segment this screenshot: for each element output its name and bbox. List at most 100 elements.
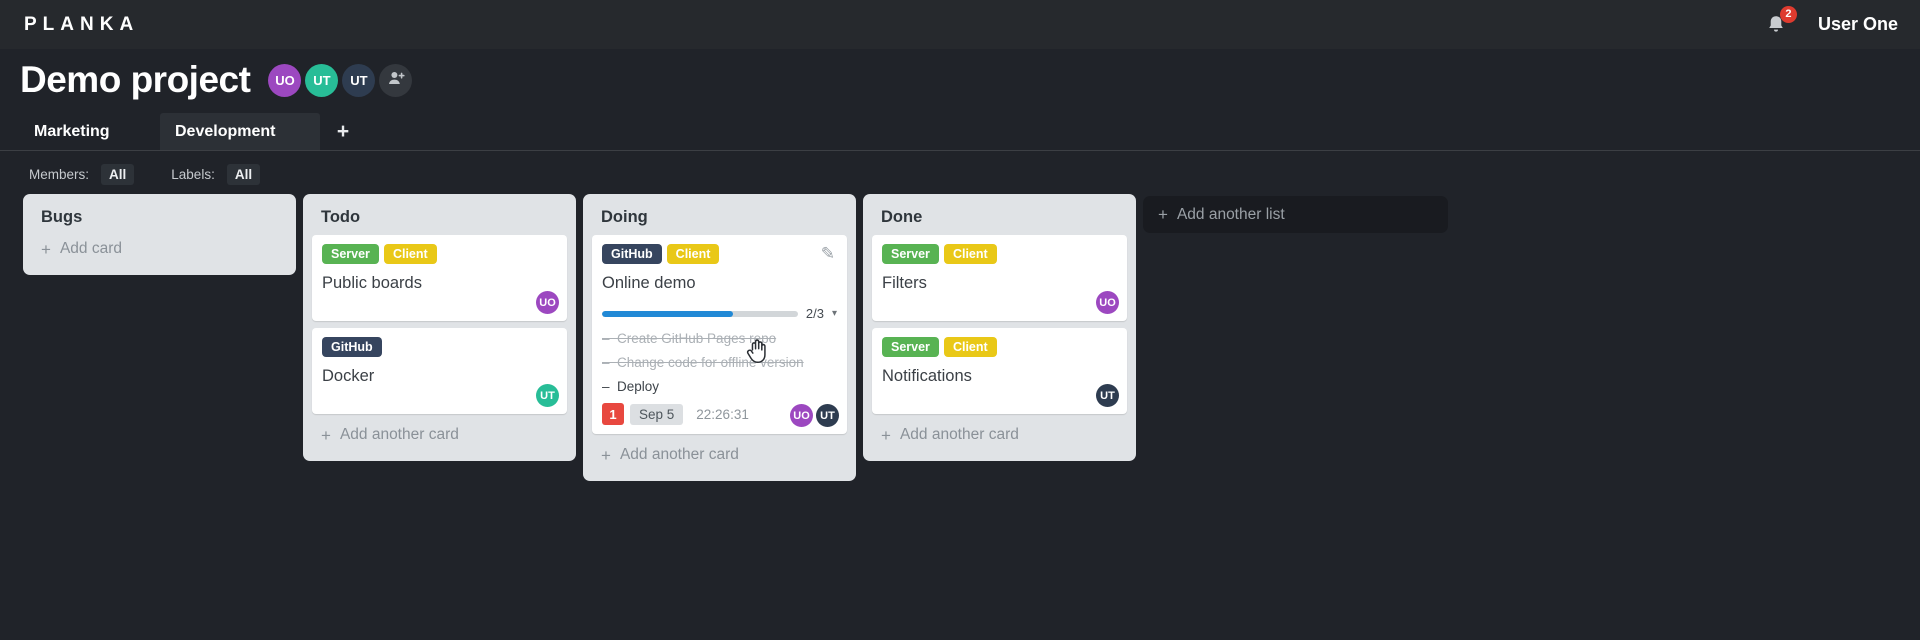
card-title: Filters (882, 274, 927, 292)
add-card-button[interactable]: + Add another card (863, 414, 1136, 458)
progress-track (602, 310, 798, 317)
timer-value[interactable]: 22:26:31 (696, 407, 749, 422)
assignee-avatar[interactable]: UO (790, 404, 813, 427)
card-labels: Server Client (322, 244, 557, 264)
task-progress[interactable]: 2/3 ▾ (602, 306, 837, 321)
card-title: Notifications (882, 367, 972, 385)
edit-card-button[interactable]: ✎ (821, 244, 835, 264)
label-client[interactable]: Client (943, 244, 997, 264)
add-card-label: Add another card (339, 426, 459, 443)
add-list-button[interactable]: + Add another list (1143, 196, 1448, 233)
members-filter-value[interactable]: All (101, 164, 135, 185)
card-title: Public boards (322, 274, 422, 292)
task-item: Change code for offline version (602, 355, 837, 371)
card-public-boards[interactable]: Server Client Public boards UO (312, 235, 567, 321)
card-stack: GitHub Client ✎ Online demo 2/3 ▾ Create… (583, 232, 856, 434)
card-title: Online demo (602, 274, 696, 292)
card-stack: Server Client Public boards UO GitHub Do… (303, 232, 576, 414)
task-item: Deploy (602, 379, 837, 395)
label-server[interactable]: Server (882, 337, 939, 357)
add-card-button[interactable]: + Add another card (583, 434, 856, 478)
card-online-demo[interactable]: GitHub Client ✎ Online demo 2/3 ▾ Create… (592, 235, 847, 434)
filter-bar: Members: All Labels: All (0, 151, 1920, 185)
add-list-label: Add another list (1176, 205, 1285, 223)
label-github[interactable]: GitHub (322, 337, 382, 357)
plus-icon: + (881, 425, 891, 445)
notifications-button[interactable]: 2 (1764, 5, 1797, 37)
assignee-avatar[interactable]: UT (816, 404, 839, 427)
label-github[interactable]: GitHub (602, 244, 662, 264)
chevron-down-icon[interactable]: ▾ (832, 308, 837, 319)
progress-count: 2/3 (805, 306, 824, 321)
card-labels: Server Client (882, 337, 1117, 357)
label-server[interactable]: Server (322, 244, 379, 264)
board: Bugs + Add card Todo Server Client Publi… (0, 185, 1920, 481)
list-doing: Doing GitHub Client ✎ Online demo 2/3 ▾ (583, 194, 856, 481)
task-list: Create GitHub Pages repo Change code for… (602, 331, 837, 395)
add-board-button[interactable]: + (320, 113, 366, 150)
card-notifications[interactable]: Server Client Notifications UT (872, 328, 1127, 414)
pencil-icon: ✎ (820, 244, 835, 263)
member-avatar[interactable]: UO (268, 63, 302, 97)
assignee-avatar[interactable]: UO (1096, 291, 1119, 314)
top-bar: PLANKA 2 User One (0, 0, 1920, 49)
plus-icon: + (1158, 205, 1168, 224)
list-bugs: Bugs + Add card (23, 194, 296, 275)
list-title[interactable]: Bugs (23, 194, 296, 232)
add-card-label: Add card (59, 240, 122, 257)
planka-app: PLANKA 2 User One Demo project UO UT UT (0, 0, 1920, 640)
tab-marketing[interactable]: Marketing (0, 113, 160, 150)
card-stack: Server Client Filters UO Server Client N… (863, 232, 1136, 414)
label-client[interactable]: Client (383, 244, 437, 264)
labels-filter-value[interactable]: All (226, 164, 261, 185)
add-card-button[interactable]: + Add another card (303, 414, 576, 458)
card-labels: GitHub Client (602, 244, 837, 264)
assignee-avatar[interactable]: UO (536, 291, 559, 314)
list-todo: Todo Server Client Public boards UO GitH… (303, 194, 576, 461)
plus-icon: + (41, 239, 51, 259)
board-tabs: Marketing Development + (0, 113, 1920, 151)
label-server[interactable]: Server (882, 244, 939, 264)
assignee-avatar[interactable]: UT (1096, 384, 1119, 407)
add-card-button[interactable]: + Add card (23, 232, 296, 272)
list-title[interactable]: Doing (583, 194, 856, 232)
list-done: Done Server Client Filters UO Server Cli… (863, 194, 1136, 461)
members-filter-label: Members: (29, 167, 90, 182)
add-card-label: Add another card (619, 446, 739, 463)
member-avatar[interactable]: UT (305, 63, 339, 97)
person-plus-icon (386, 68, 406, 93)
project-members: UO UT UT (268, 63, 413, 97)
card-assignees: UO UT (790, 404, 839, 427)
card-labels: Server Client (882, 244, 1117, 264)
add-card-label: Add another card (899, 426, 1019, 443)
tab-development[interactable]: Development (160, 113, 320, 150)
label-client[interactable]: Client (943, 337, 997, 357)
member-avatar[interactable]: UT (342, 63, 376, 97)
card-assignees: UT (536, 384, 559, 407)
due-date-badge[interactable]: Sep 5 (630, 403, 684, 425)
task-item: Create GitHub Pages repo (602, 331, 837, 347)
plus-icon: + (601, 445, 611, 465)
card-docker[interactable]: GitHub Docker UT (312, 328, 567, 414)
project-title[interactable]: Demo project (20, 59, 251, 101)
card-labels: GitHub (322, 337, 557, 357)
assignee-avatar[interactable]: UT (536, 384, 559, 407)
plus-icon: + (336, 119, 350, 143)
card-notification-badge: 1 (602, 403, 624, 425)
notification-count-badge: 2 (1779, 5, 1797, 23)
labels-filter-label: Labels: (171, 167, 215, 182)
card-title: Docker (322, 367, 375, 385)
plus-icon: + (321, 425, 331, 445)
card-filters[interactable]: Server Client Filters UO (872, 235, 1127, 321)
list-title[interactable]: Todo (303, 194, 576, 232)
card-assignees: UO (1096, 291, 1119, 314)
progress-fill (602, 310, 733, 317)
add-member-button[interactable] (379, 63, 413, 97)
bell-icon (1764, 15, 1788, 41)
card-assignees: UT (1096, 384, 1119, 407)
user-menu[interactable]: User One (1818, 14, 1898, 35)
list-title[interactable]: Done (863, 194, 1136, 232)
planka-logo: PLANKA (24, 13, 140, 35)
project-header: Demo project UO UT UT (0, 49, 1920, 101)
label-client[interactable]: Client (666, 244, 720, 264)
